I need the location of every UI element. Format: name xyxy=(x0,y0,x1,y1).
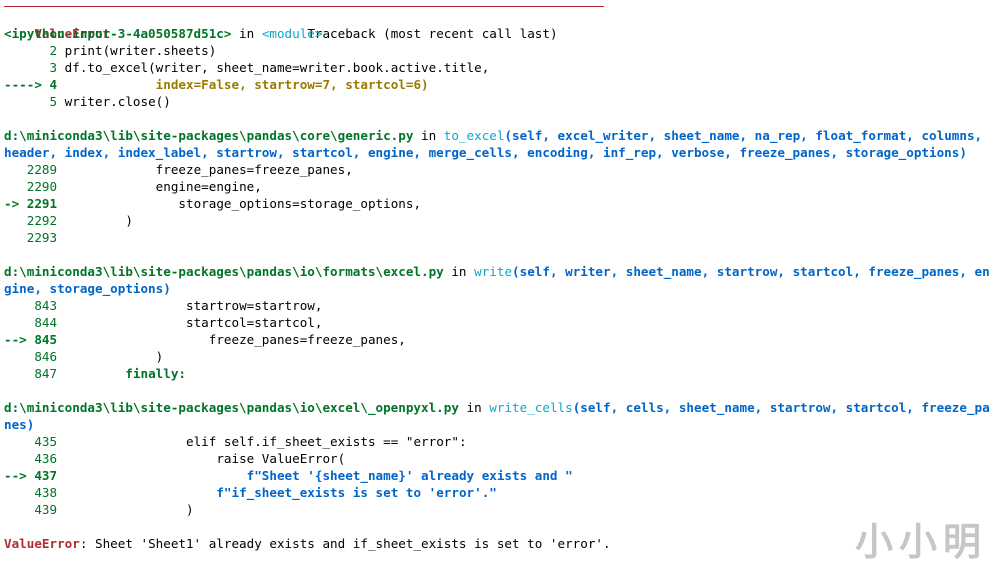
code-line-current: --> 845 freeze_panes=freeze_panes, xyxy=(4,332,406,347)
traceback-output: ValueError Traceback (most recent call l… xyxy=(4,6,994,552)
code-line: 846 ) xyxy=(34,349,164,364)
code-line: 2293 xyxy=(26,230,58,245)
frame-file: d:\miniconda3\lib\site-packages\pandas\c… xyxy=(4,128,414,143)
frame-function: write_cells xyxy=(489,400,573,415)
code-line: 2289 freeze_panes=freeze_panes, xyxy=(26,162,353,177)
frame-location: d:\miniconda3\lib\site-packages\pandas\i… xyxy=(4,264,990,296)
code-line-current: -> 2291 storage_options=storage_options, xyxy=(4,196,422,211)
traceback-separator xyxy=(4,6,604,7)
code-line: 439 ) xyxy=(34,502,194,517)
frame-file: <ipython-input-3-4a050587d51c> xyxy=(4,26,232,41)
frame-function: <module> xyxy=(261,26,323,41)
watermark-logo: 小小明 xyxy=(854,519,987,564)
frame-location: d:\miniconda3\lib\site-packages\pandas\i… xyxy=(4,400,990,432)
code-line: 2292 ) xyxy=(26,213,133,228)
code-line: 5 writer.close() xyxy=(49,94,171,109)
code-line: 438 f"if_sheet_exists is set to 'error'.… xyxy=(34,485,497,500)
error-name: ValueError xyxy=(4,536,80,551)
code-line: 436 raise ValueError( xyxy=(34,451,346,466)
frame-function: write xyxy=(474,264,513,279)
frame-file: d:\miniconda3\lib\site-packages\pandas\i… xyxy=(4,264,444,279)
traceback-header: ValueError Traceback (most recent call l… xyxy=(4,8,994,41)
code-line: 2290 engine=engine, xyxy=(26,179,262,194)
code-line-current: --> 437 f"Sheet '{sheet_name}' already e… xyxy=(4,468,573,483)
code-line: 843 startrow=startrow, xyxy=(34,298,323,313)
code-line: 435 elif self.if_sheet_exists == "error"… xyxy=(34,434,467,449)
frame-file: d:\miniconda3\lib\site-packages\pandas\i… xyxy=(4,400,459,415)
code-line: 844 startcol=startcol, xyxy=(34,315,323,330)
error-message: ValueError: Sheet 'Sheet1' already exist… xyxy=(4,536,611,551)
frame-location: d:\miniconda3\lib\site-packages\pandas\c… xyxy=(4,128,983,160)
frame-function: to_excel xyxy=(443,128,505,143)
code-line-current: ----> 4 index=False, startrow=7, startco… xyxy=(4,77,429,92)
code-line: 3 df.to_excel(writer, sheet_name=writer.… xyxy=(49,60,490,75)
code-line: 2 print(writer.sheets) xyxy=(49,43,217,58)
code-line: 847 finally: xyxy=(34,366,186,381)
traceback-title: Traceback (most recent call last) xyxy=(307,26,558,41)
